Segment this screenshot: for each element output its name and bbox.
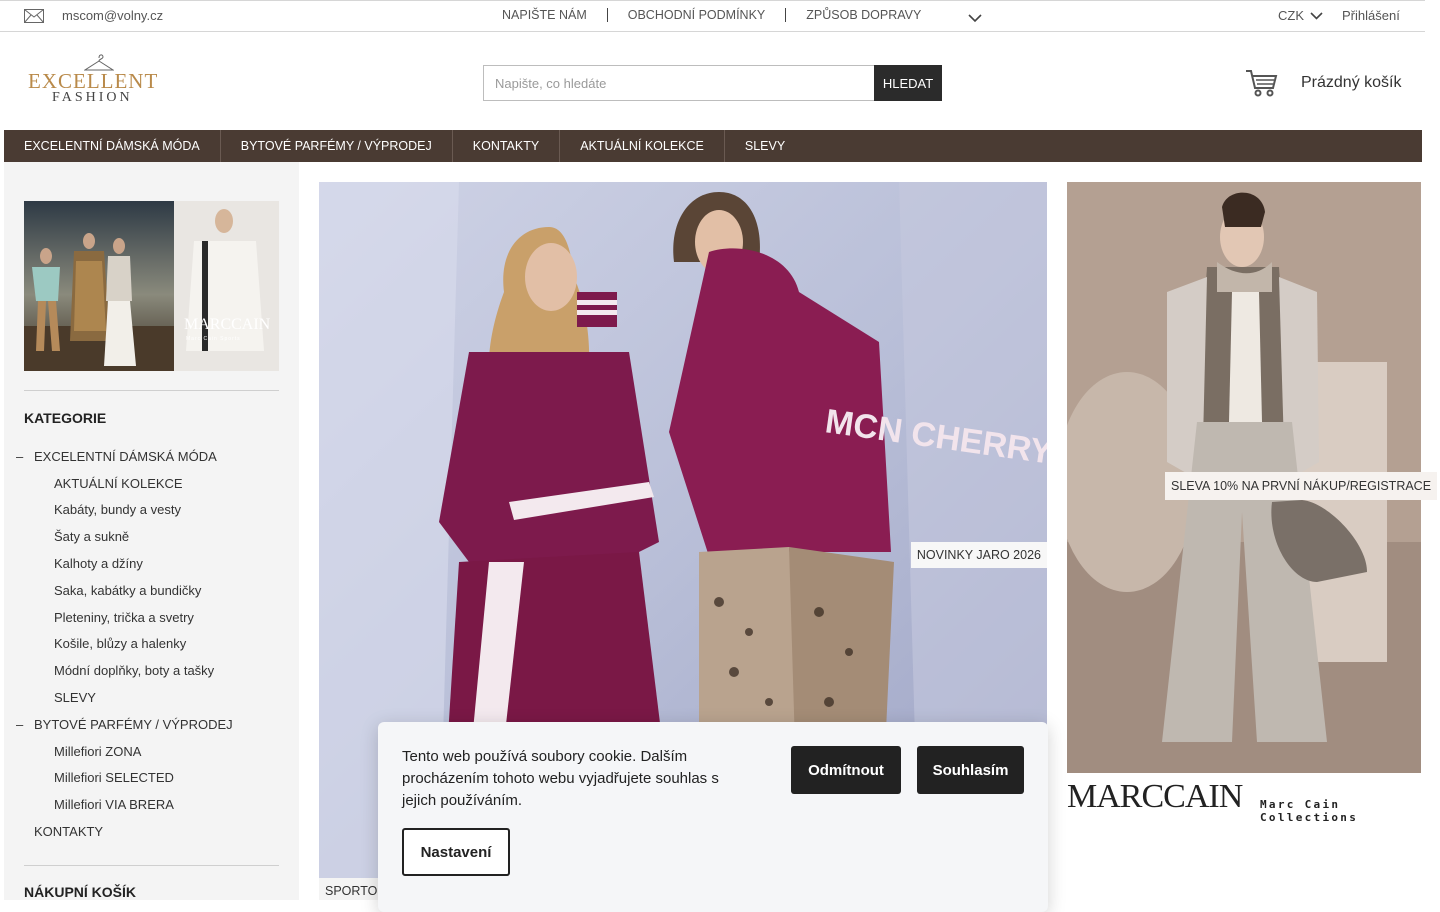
cart-label: Prázdný košík xyxy=(1301,74,1402,91)
nav-item-womens-fashion[interactable]: EXCELENTNÍ DÁMSKÁ MÓDA xyxy=(4,130,221,162)
category-contacts[interactable]: KONTAKTY xyxy=(34,824,103,839)
link-terms[interactable]: OBCHODNÍ PODMÍNKY xyxy=(628,8,766,22)
cookie-consent-bar: Tento web používá soubory cookie. Dalším… xyxy=(378,722,1048,912)
logo-text-fashion: FASHION xyxy=(52,90,133,105)
divider xyxy=(24,865,279,866)
hero-tag-new-spring[interactable]: NOVINKY JARO 2026 xyxy=(910,542,1047,568)
category-home-fragrances[interactable]: – BYTOVÉ PARFÉMY / VÝPRODEJ xyxy=(16,717,233,732)
category-coats[interactable]: Kabáty, bundy a vesty xyxy=(54,502,181,517)
banner-brand-text: MARCCAIN xyxy=(184,316,271,333)
category-knitwear[interactable]: Pleteniny, trička a svetry xyxy=(54,610,194,625)
brand-logo-row: MARCCAIN Marc Cain Collections xyxy=(1067,778,1423,824)
currency-selector[interactable]: CZK xyxy=(1278,8,1323,23)
nav-item-contacts[interactable]: KONTAKTY xyxy=(453,130,561,162)
search-form: HLEDAT xyxy=(483,65,942,101)
cookie-text: Tento web používá soubory cookie. Dalším… xyxy=(402,748,719,809)
contact-email-link[interactable]: mscom@volny.cz xyxy=(62,8,163,23)
nav-item-sales[interactable]: SLEVY xyxy=(725,130,805,162)
category-womens-fashion[interactable]: – EXCELENTNÍ DÁMSKÁ MÓDA xyxy=(16,449,217,464)
cookie-settings-button[interactable]: Nastavení xyxy=(402,828,510,876)
category-millefiori-via-brera[interactable]: Millefiori VIA BRERA xyxy=(54,797,174,812)
cart-heading: NÁKUPNÍ KOŠÍK xyxy=(24,884,137,900)
banner-brand-subtext: Marc Cain Sports xyxy=(186,336,241,342)
sidebar: MARCCAIN Marc Cain Sports KATEGORIE – EXC… xyxy=(4,162,299,900)
category-trousers[interactable]: Kalhoty a džíny xyxy=(54,556,143,571)
cart-widget[interactable]: Prázdný košík xyxy=(1245,68,1401,98)
promo-tag-discount[interactable]: SLEVA 10% NA PRVNÍ NÁKUP/REGISTRACE xyxy=(1165,472,1438,500)
link-shipping[interactable]: ZPŮSOB DOPRAVY xyxy=(806,8,921,22)
cookie-accept-button[interactable]: Souhlasím xyxy=(917,746,1024,794)
nav-item-current-collection[interactable]: AKTUÁLNÍ KOLEKCE xyxy=(560,130,725,162)
category-sales[interactable]: SLEVY xyxy=(54,690,96,705)
category-shirts[interactable]: Košile, blůzy a halenky xyxy=(54,636,186,651)
separator xyxy=(606,8,608,22)
top-bar: mscom@volny.cz NAPIŠTE NÁM OBCHODNÍ PODM… xyxy=(0,0,1425,32)
separator xyxy=(785,8,787,22)
site-logo[interactable]: EXCELLENT FASHION xyxy=(28,52,168,108)
category-label: BYTOVÉ PARFÉMY / VÝPRODEJ xyxy=(34,717,233,732)
category-current-collection[interactable]: AKTUÁLNÍ KOLEKCE xyxy=(54,476,183,491)
chevron-down-icon xyxy=(1310,11,1323,20)
search-input[interactable] xyxy=(483,65,874,101)
search-button[interactable]: HLEDAT xyxy=(874,65,942,101)
shopping-cart-icon xyxy=(1246,70,1278,97)
nav-item-home-fragrances[interactable]: BYTOVÉ PARFÉMY / VÝPRODEJ xyxy=(221,130,453,162)
envelope-icon xyxy=(24,9,44,26)
marccain-logo: MARCCAIN xyxy=(1067,778,1243,815)
collapse-minus-icon[interactable]: – xyxy=(16,717,23,732)
collapse-minus-icon[interactable]: – xyxy=(16,449,23,464)
category-dresses[interactable]: Šaty a sukně xyxy=(54,529,129,544)
category-jackets[interactable]: Saka, kabátky a bundičky xyxy=(54,583,201,598)
link-write-us[interactable]: NAPIŠTE NÁM xyxy=(502,8,587,22)
main-navigation: EXCELENTNÍ DÁMSKÁ MÓDA BYTOVÉ PARFÉMY / … xyxy=(4,130,1422,162)
currency-label: CZK xyxy=(1278,8,1304,23)
marccain-collections-text: Marc Cain Collections xyxy=(1260,798,1359,824)
divider xyxy=(24,390,279,391)
category-millefiori-selected[interactable]: Millefiori SELECTED xyxy=(54,770,174,785)
more-links-chevron-icon[interactable] xyxy=(968,11,982,26)
category-label: EXCELENTNÍ DÁMSKÁ MÓDA xyxy=(34,449,217,464)
top-links: NAPIŠTE NÁM OBCHODNÍ PODMÍNKY ZPŮSOB DOP… xyxy=(502,8,921,22)
login-link[interactable]: Přihlášení xyxy=(1342,8,1400,23)
sidebar-banner-image[interactable]: MARCCAIN Marc Cain Sports xyxy=(24,201,279,371)
categories-heading: KATEGORIE xyxy=(24,410,107,426)
cookie-decline-button[interactable]: Odmítnout xyxy=(791,746,901,794)
category-accessories[interactable]: Módní doplňky, boty a tašky xyxy=(54,663,214,678)
category-millefiori-zona[interactable]: Millefiori ZONA xyxy=(54,744,141,759)
